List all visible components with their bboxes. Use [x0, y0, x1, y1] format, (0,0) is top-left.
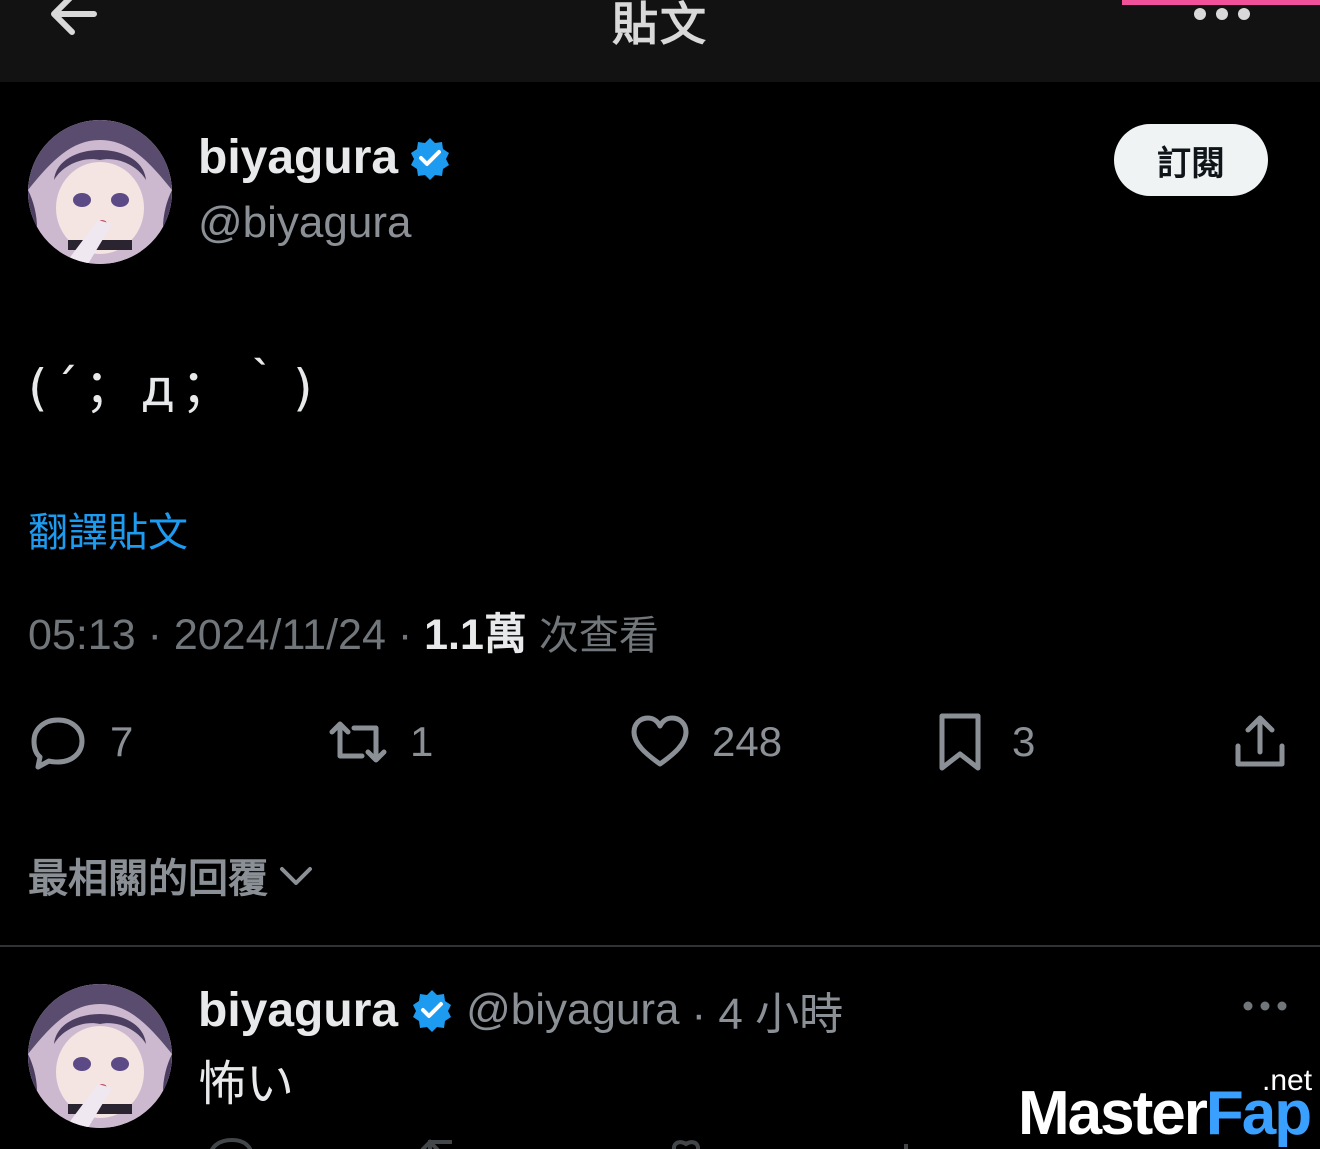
- reply-text: 怖い: [198, 1056, 295, 1112]
- bookmark-button[interactable]: 3: [930, 712, 1035, 772]
- replies-sort-label: 最相關的回覆: [28, 856, 268, 902]
- replies-sort-dropdown[interactable]: 最相關的回覆: [28, 846, 316, 904]
- heart-icon: [631, 715, 689, 767]
- post-detail-screen: 貼文 biyagura @biyagura 訂閱 (´；д；｀) 翻譯貼文 05…: [0, 0, 1320, 1149]
- like-button[interactable]: 248: [630, 712, 782, 772]
- reply-time[interactable]: · 4 小時: [692, 978, 844, 1042]
- bookmark-count: 3: [1012, 718, 1036, 765]
- post-time[interactable]: 05:13: [28, 611, 136, 659]
- translate-post-link[interactable]: 翻譯貼文: [28, 500, 188, 558]
- share-button[interactable]: [1230, 712, 1290, 772]
- repost-button[interactable]: 1: [328, 712, 433, 772]
- heart-icon[interactable]: [672, 1140, 700, 1149]
- author-handle[interactable]: @biyagura: [198, 198, 411, 248]
- meta-separator: ·: [397, 611, 413, 659]
- reply-display-name[interactable]: biyagura: [198, 983, 398, 1038]
- divider: [0, 945, 1320, 947]
- reply-button[interactable]: 7: [28, 712, 133, 772]
- avatar-image: [28, 984, 172, 1128]
- post-text: (´；д；｀): [28, 359, 319, 417]
- repost-icon[interactable]: [420, 1139, 452, 1149]
- meta-separator: ·: [147, 611, 162, 659]
- subscribe-button[interactable]: 訂閱: [1114, 124, 1268, 196]
- reply-icon: [31, 717, 85, 770]
- like-count: 248: [712, 718, 783, 765]
- watermark-logo: .net MasterFap: [1018, 1064, 1318, 1149]
- verified-badge-icon: [413, 990, 452, 1032]
- verified-badge-icon: [411, 137, 450, 180]
- post-date[interactable]: 2024/11/24: [174, 611, 386, 659]
- views-count[interactable]: 1.1萬: [424, 611, 527, 659]
- top-bar: 貼文: [0, 0, 1320, 82]
- page-title: 貼文: [612, 0, 708, 51]
- reply-actions-bar: [210, 1137, 908, 1149]
- repost-icon: [329, 721, 387, 763]
- more-horizontal-icon[interactable]: [1190, 4, 1254, 24]
- avatar-image: [28, 120, 172, 264]
- author-name-row[interactable]: biyagura: [198, 130, 452, 185]
- reply-avatar[interactable]: [28, 984, 172, 1128]
- more-horizontal-icon[interactable]: [1240, 996, 1290, 1016]
- post-actions-bar: 7 1 248 3: [0, 700, 1320, 790]
- post-meta: 05:13 · 2024/11/24 · 1.1萬 次查看: [28, 600, 659, 662]
- watermark-text: MasterFap: [1018, 1078, 1312, 1149]
- watermark-part-b: Fap: [1205, 1079, 1312, 1148]
- bookmark-icon: [939, 713, 981, 771]
- reply-icon[interactable]: [210, 1137, 253, 1149]
- author-display-name[interactable]: biyagura: [198, 130, 398, 185]
- reply-handle[interactable]: @biyagura: [466, 985, 679, 1035]
- reply-header: biyagura @biyagura · 4 小時: [198, 978, 843, 1042]
- share-icon: [1235, 715, 1285, 767]
- chevron-down-icon: [280, 867, 312, 885]
- reply-count: 7: [110, 718, 134, 765]
- repost-count: 1: [410, 718, 434, 765]
- views-label: 次查看: [538, 613, 659, 659]
- avatar[interactable]: [28, 120, 172, 264]
- watermark-part-a: Master: [1018, 1079, 1208, 1148]
